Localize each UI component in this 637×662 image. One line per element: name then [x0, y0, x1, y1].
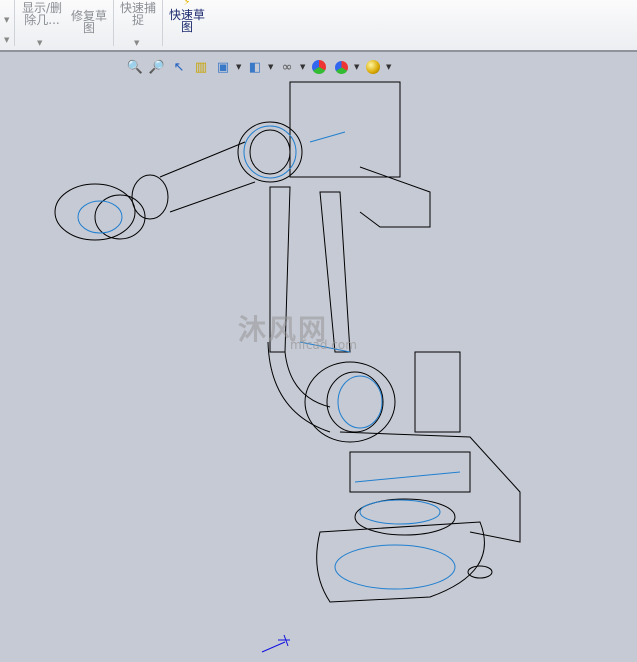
display-style-icon[interactable]: ◧: [246, 58, 264, 76]
chevron-down-icon[interactable]: ▼: [4, 36, 9, 44]
view-orientation-icon[interactable]: ▣: [214, 58, 232, 76]
display-delete-relations-button[interactable]: 显示/删除几...: [20, 2, 64, 26]
divider: [113, 0, 114, 46]
heads-up-view-toolbar: 🔍 🔎 ↖ ▥ ▣ ▼ ◧ ▼ ∞ ▼ ▼ ▼: [126, 58, 392, 76]
quick-snaps-label: 快速捕捉: [119, 1, 156, 27]
rapid-sketch-label: 快速草图: [168, 8, 205, 34]
chevron-down-icon[interactable]: ▼: [300, 63, 306, 71]
robot-wireframe-model[interactable]: [0, 52, 637, 662]
display-delete-relations-label: 显示/删除几...: [21, 1, 63, 27]
chevron-down-icon[interactable]: ▼: [37, 39, 42, 47]
repair-sketch-button[interactable]: 修复草图: [70, 10, 108, 34]
watermark-url: mfcad.com: [290, 338, 357, 352]
apply-scene-icon[interactable]: [332, 58, 350, 76]
zoom-to-fit-icon[interactable]: 🔍: [126, 58, 144, 76]
divider: [162, 0, 163, 46]
divider: [14, 0, 15, 46]
repair-sketch-label: 修复草图: [70, 9, 107, 35]
coordinate-triad-icon: [261, 634, 290, 653]
rapid-sketch-icon: ⚡: [183, 0, 191, 8]
chevron-down-icon[interactable]: ▼: [134, 39, 139, 47]
command-manager-ribbon: ▼ ▼ 显示/删除几... ▼ 修复草图 快速捕捉 ▼ ⚡ 快速草图: [0, 0, 637, 52]
edit-appearance-icon[interactable]: [310, 58, 328, 76]
chevron-down-icon[interactable]: ▼: [268, 63, 274, 71]
zoom-to-area-icon[interactable]: 🔎: [148, 58, 166, 76]
hide-show-items-icon[interactable]: ∞: [278, 58, 296, 76]
chevron-down-icon[interactable]: ▼: [4, 16, 9, 24]
section-view-icon[interactable]: ▥: [192, 58, 210, 76]
previous-view-icon[interactable]: ↖: [170, 58, 188, 76]
view-settings-icon[interactable]: [364, 58, 382, 76]
rapid-sketch-button[interactable]: ⚡ 快速草图: [168, 0, 206, 33]
quick-snaps-button[interactable]: 快速捕捉: [119, 2, 157, 26]
chevron-down-icon[interactable]: ▼: [354, 63, 360, 71]
chevron-down-icon[interactable]: ▼: [236, 63, 242, 71]
chevron-down-icon[interactable]: ▼: [386, 63, 392, 71]
